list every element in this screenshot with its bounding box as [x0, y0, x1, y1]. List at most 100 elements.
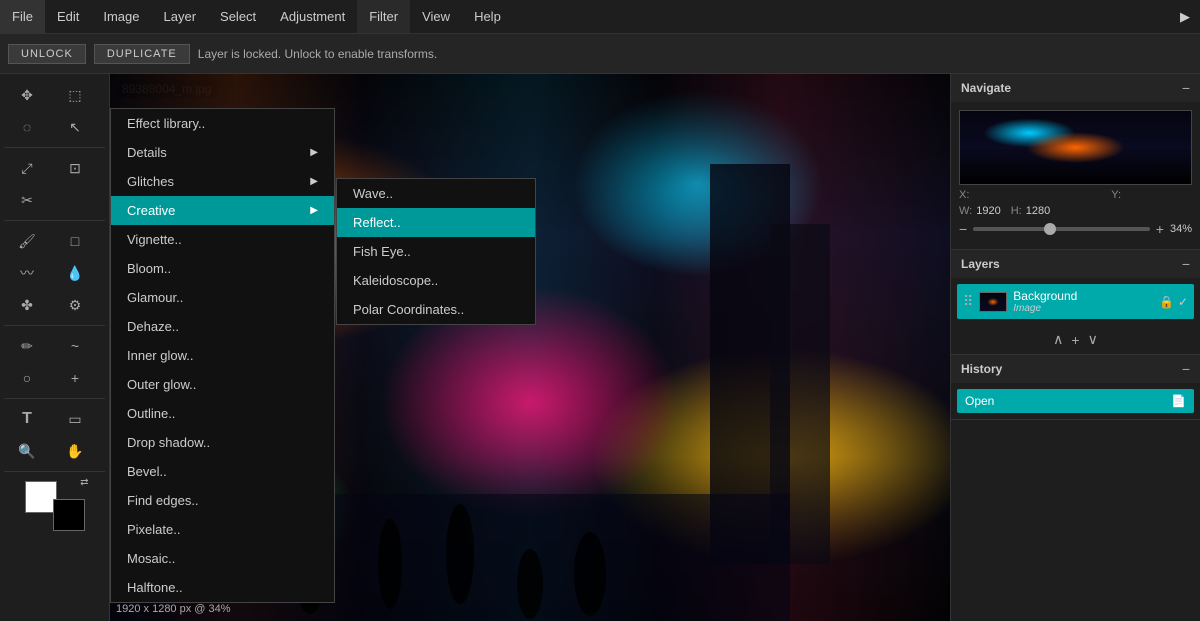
menu-filter[interactable]: Filter	[357, 0, 410, 33]
navigate-section: Navigate − X: Y: W: 1920 H:	[951, 74, 1200, 250]
brush-tool[interactable]: 🖌	[4, 226, 50, 256]
swap-colors-icon[interactable]: ⇄	[80, 477, 88, 488]
tool-row-3: ⤢ ⊡	[4, 153, 105, 183]
background-color[interactable]	[53, 499, 85, 531]
expand-icon[interactable]: ▶	[1170, 0, 1200, 33]
menu-edit[interactable]: Edit	[45, 0, 91, 33]
layer-move-down-button[interactable]: ∨	[1088, 331, 1098, 348]
filter-outer-glow[interactable]: Outer glow..	[111, 370, 334, 399]
zoom-in-button[interactable]: +	[1156, 221, 1164, 237]
tool-row-8: ✏ ~	[4, 331, 105, 361]
layer-type: Image	[1013, 303, 1153, 314]
zoom-slider-thumb[interactable]	[1044, 223, 1056, 235]
text-tool[interactable]: T	[4, 404, 50, 434]
size-row: W: 1920 H: 1280	[959, 205, 1192, 217]
filter-glitches[interactable]: Glitches ▶	[111, 167, 334, 196]
menu-adjustment[interactable]: Adjustment	[268, 0, 357, 33]
heal-tool[interactable]: +	[52, 363, 98, 393]
filter-dropdown: Effect library.. Details ▶ Glitches ▶ Cr…	[110, 108, 335, 603]
filter-vignette[interactable]: Vignette..	[111, 225, 334, 254]
layer-move-up-button[interactable]: ∧	[1053, 331, 1063, 348]
select-rect-tool[interactable]: ⬚	[52, 80, 98, 110]
creative-arrow: ▶	[310, 205, 318, 216]
history-item-open[interactable]: Open 📄	[957, 389, 1194, 413]
eyedrop-tool[interactable]: 💧	[52, 258, 98, 288]
lasso-tool[interactable]: ◌	[4, 112, 50, 142]
transform-tool[interactable]: ⤢	[4, 153, 50, 183]
hand-tool[interactable]: ✋	[52, 436, 98, 466]
wave-tool[interactable]: 〰	[4, 258, 50, 288]
x-label: X:	[959, 189, 969, 201]
zoom-row: − + 34%	[959, 217, 1192, 241]
layers-collapse-icon[interactable]: −	[1182, 256, 1190, 272]
filter-mosaic[interactable]: Mosaic..	[111, 544, 334, 573]
move-tool[interactable]: ✥	[4, 80, 50, 110]
zoom-out-button[interactable]: −	[959, 221, 967, 237]
layer-thumbnail	[979, 292, 1007, 312]
crop-tool[interactable]: ⊡	[52, 153, 98, 183]
width-item: W: 1920	[959, 205, 1001, 217]
shape-tool[interactable]: ▭	[52, 404, 98, 434]
tool-row-7: ✤ ⚙	[4, 290, 105, 320]
tool-separator-2	[4, 220, 105, 221]
tool-separator-1	[4, 147, 105, 148]
filter-details[interactable]: Details ▶	[111, 138, 334, 167]
duplicate-button[interactable]: DUPLICATE	[94, 44, 190, 64]
w-label: W:	[959, 205, 972, 217]
filter-creative[interactable]: Creative ▶	[111, 196, 334, 225]
menu-view[interactable]: View	[410, 0, 462, 33]
history-collapse-icon[interactable]: −	[1182, 361, 1190, 377]
smudge-tool[interactable]: ~	[52, 331, 98, 361]
menu-file[interactable]: File	[0, 0, 45, 33]
filter-dehaze[interactable]: Dehaze..	[111, 312, 334, 341]
filter-effect-library[interactable]: Effect library..	[111, 109, 334, 138]
details-arrow: ▶	[310, 147, 318, 158]
height-item: H: 1280	[1011, 205, 1050, 217]
menu-select[interactable]: Select	[208, 0, 268, 33]
filter-pixelate[interactable]: Pixelate..	[111, 515, 334, 544]
creative-reflect[interactable]: Reflect..	[337, 208, 535, 237]
filter-glamour[interactable]: Glamour..	[111, 283, 334, 312]
cut-tool[interactable]: ✂	[4, 185, 50, 215]
tool-separator-5	[4, 471, 105, 472]
layer-visible-icon[interactable]: ✓	[1178, 295, 1188, 309]
filter-outline[interactable]: Outline..	[111, 399, 334, 428]
creative-wave[interactable]: Wave..	[337, 179, 535, 208]
layer-lock-icon[interactable]: 🔒	[1159, 295, 1174, 309]
creative-polar-coordinates[interactable]: Polar Coordinates..	[337, 295, 535, 324]
zoom-value: 34%	[1170, 223, 1192, 235]
filter-find-edges[interactable]: Find edges..	[111, 486, 334, 515]
dodge-tool[interactable]: ○	[4, 363, 50, 393]
filter-halftone[interactable]: Halftone..	[111, 573, 334, 602]
layers-content: ⠿ Background Image 🔒 ✓	[951, 278, 1200, 325]
creative-fish-eye[interactable]: Fish Eye..	[337, 237, 535, 266]
menu-image[interactable]: Image	[91, 0, 151, 33]
navigate-content: X: Y: W: 1920 H: 1280 −	[951, 102, 1200, 249]
layer-drag-handle[interactable]: ⠿	[963, 293, 973, 310]
gear-tool[interactable]: ⚙	[52, 290, 98, 320]
layer-item-background[interactable]: ⠿ Background Image 🔒 ✓	[957, 284, 1194, 319]
creative-submenu: Wave.. Reflect.. Fish Eye.. Kaleidoscope…	[336, 178, 536, 325]
tool-row-6: 〰 💧	[4, 258, 105, 288]
filter-bevel[interactable]: Bevel..	[111, 457, 334, 486]
filter-drop-shadow[interactable]: Drop shadow..	[111, 428, 334, 457]
navigate-thumbnail[interactable]	[959, 110, 1192, 185]
eraser-tool[interactable]: □	[52, 226, 98, 256]
toolbar: UNLOCK DUPLICATE Layer is locked. Unlock…	[0, 34, 1200, 74]
pointer-tool[interactable]: ↖	[52, 112, 98, 142]
canvas-area: 89388004_m.jpg	[110, 74, 950, 621]
menu-help[interactable]: Help	[462, 0, 513, 33]
navigate-collapse-icon[interactable]: −	[1182, 80, 1190, 96]
layer-add-button[interactable]: +	[1071, 331, 1079, 348]
right-panel: Navigate − X: Y: W: 1920 H:	[950, 74, 1200, 621]
unlock-button[interactable]: UNLOCK	[8, 44, 86, 64]
menu-layer[interactable]: Layer	[152, 0, 209, 33]
pencil-tool[interactable]: ✏	[4, 331, 50, 361]
blob-tool[interactable]: ✤	[4, 290, 50, 320]
filter-inner-glow[interactable]: Inner glow..	[111, 341, 334, 370]
h-label: H:	[1011, 205, 1022, 217]
zoom-slider[interactable]	[973, 227, 1150, 231]
filter-bloom[interactable]: Bloom..	[111, 254, 334, 283]
zoom-tool[interactable]: 🔍	[4, 436, 50, 466]
creative-kaleidoscope[interactable]: Kaleidoscope..	[337, 266, 535, 295]
